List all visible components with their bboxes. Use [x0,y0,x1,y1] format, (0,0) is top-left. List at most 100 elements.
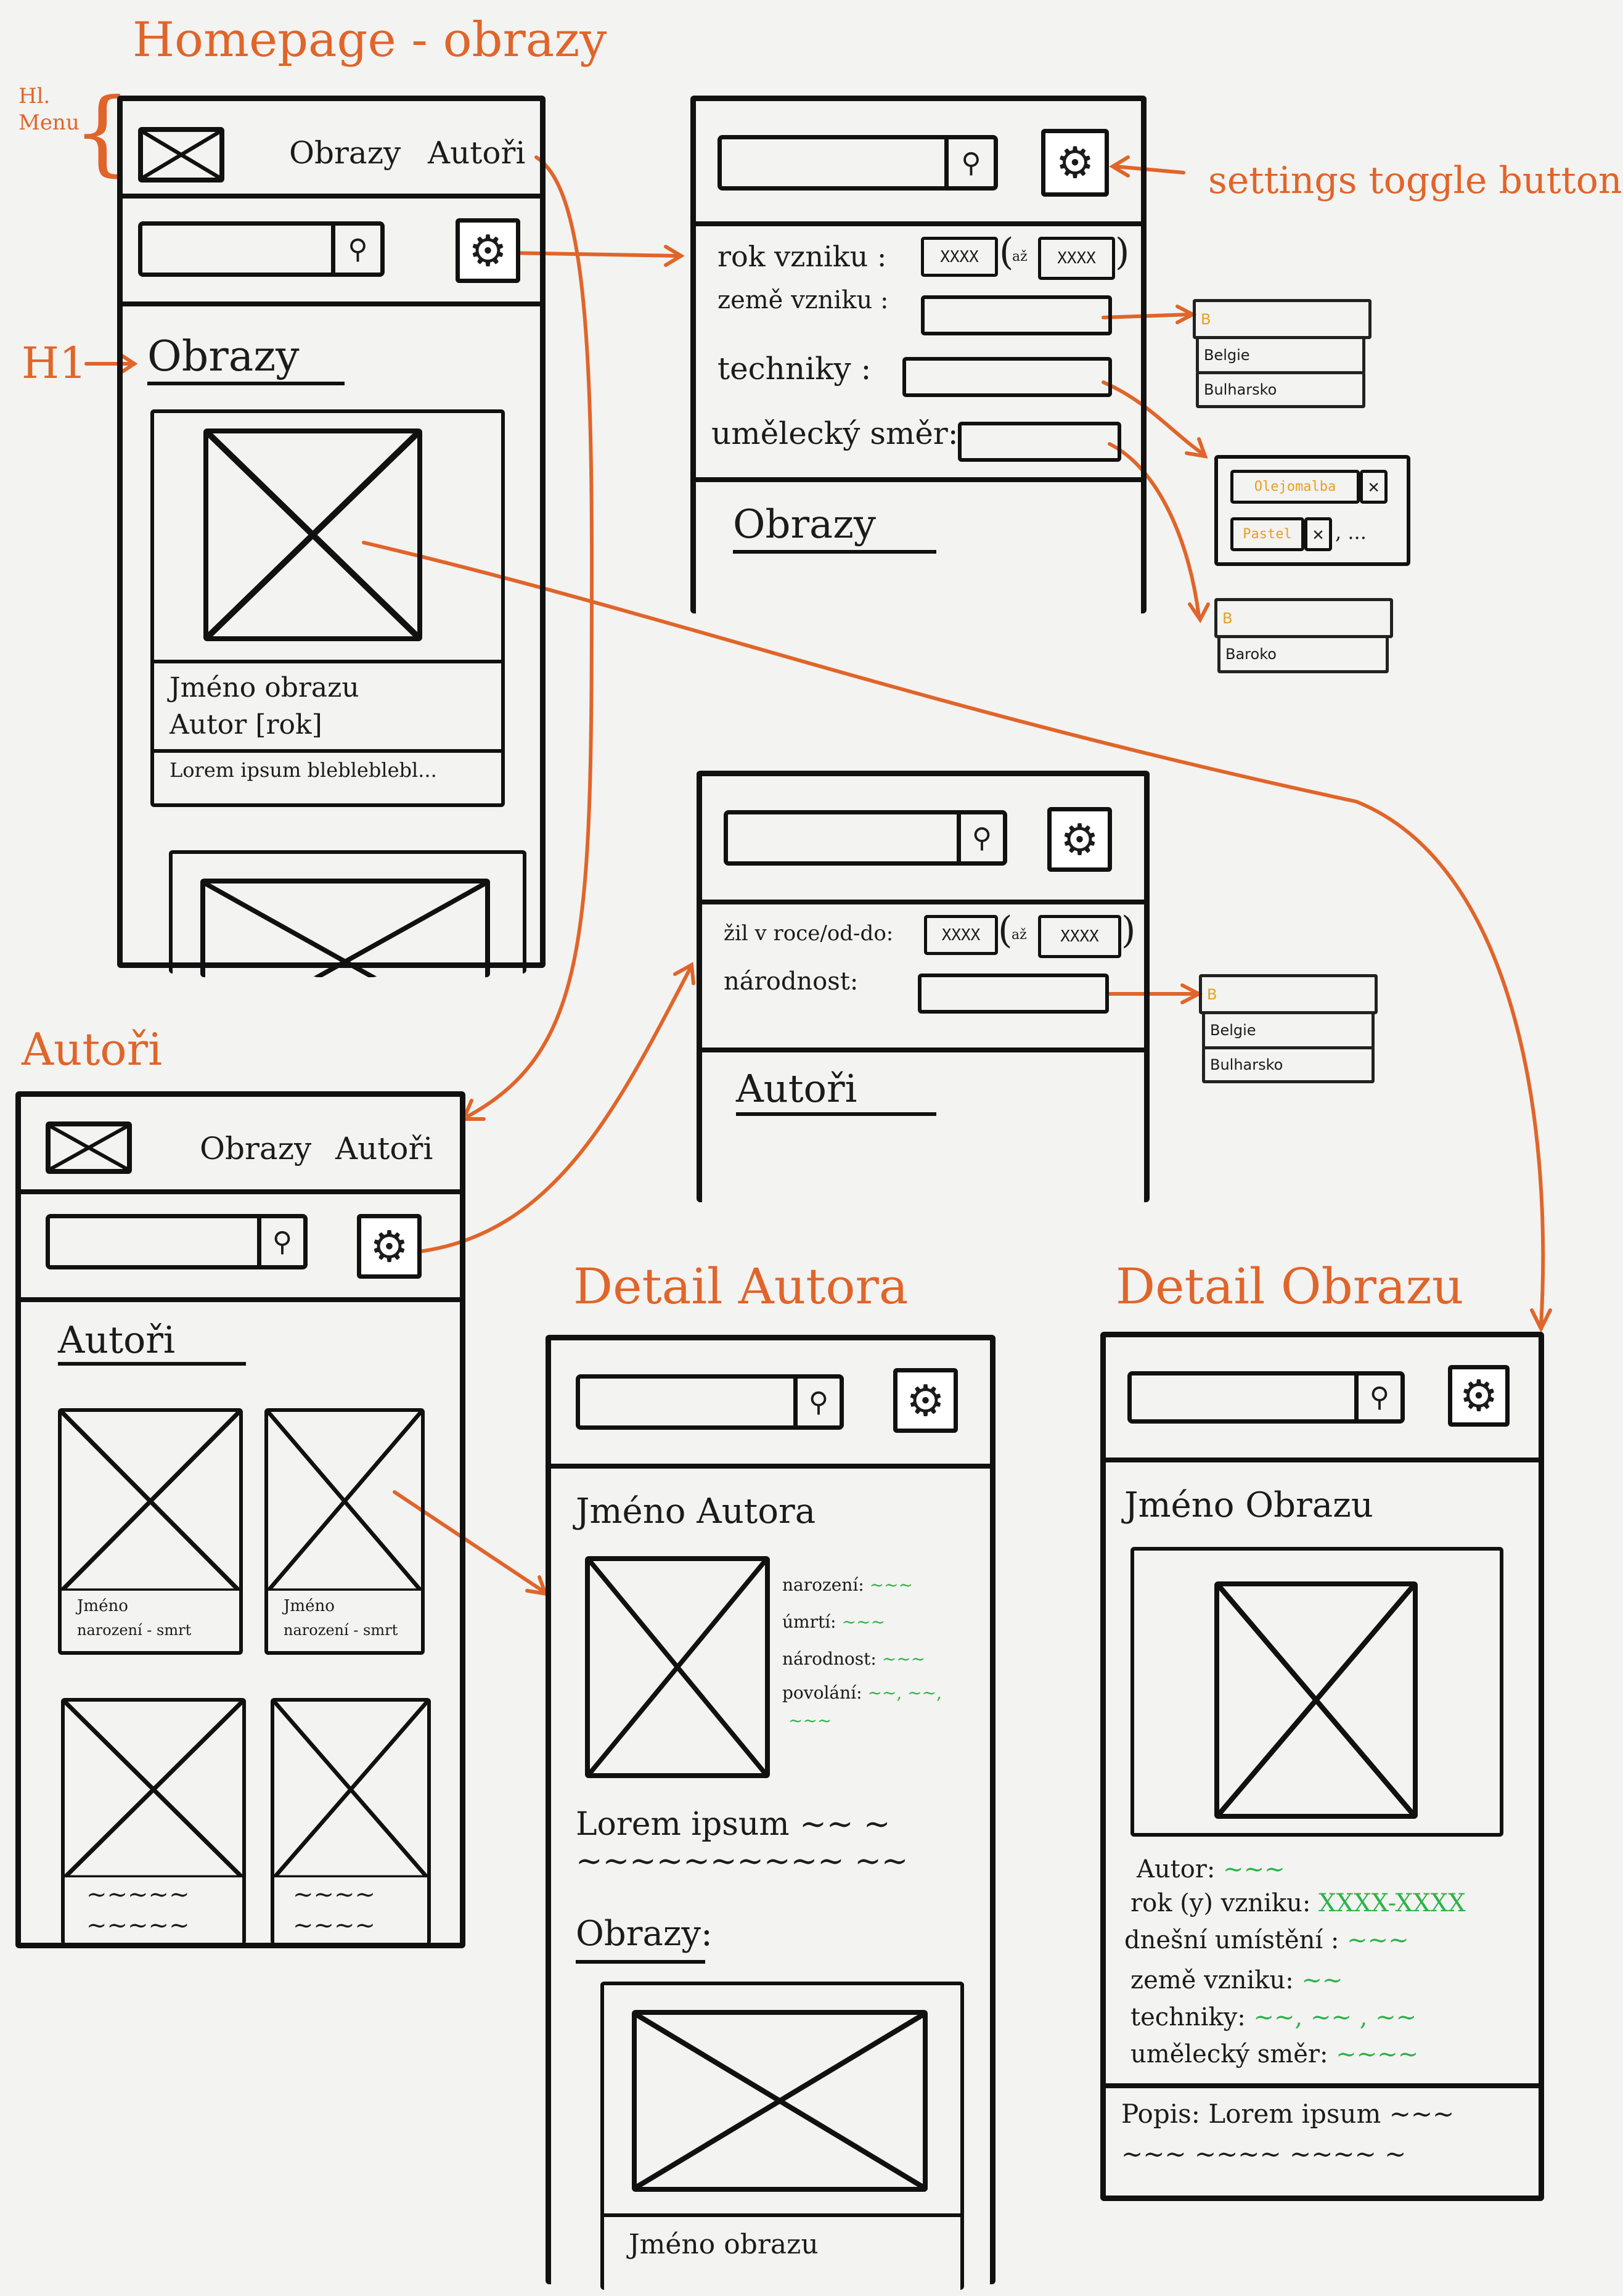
bio-text: Lorem ipsum ~~ ~ [576,1806,891,1843]
popis-squiggle: ~~~ ~~~~ ~~~~ ~ [1121,2139,1407,2169]
style-typed[interactable]: B [1214,598,1393,638]
homepage-frame: Obrazy Autoři ⚲ ⚙ Obrazy Jméno obrazu Au… [117,96,546,977]
painting-card[interactable]: Jméno obrazu Autor [rok] Lorem ipsum ble… [150,409,505,807]
author-image [65,1702,242,1877]
heading-underline [733,550,936,554]
page-heading: Autoři [58,1319,176,1362]
filter-autori-frame: ⚲ ⚙ žil v roce/od-do: XXXX ( až XXXX ) n… [697,771,1150,1202]
country-option-bulharsko[interactable]: Bulharsko [1196,371,1365,408]
card-title: Jméno obrazu [629,2229,819,2260]
page-heading: Obrazy [147,332,300,381]
country-typed[interactable]: B [1193,299,1372,339]
chip-pastel[interactable]: Pastel [1230,517,1304,551]
rok-vzniku-label: rok (y) vzniku: XXXX-XXXX [1130,1889,1466,1917]
techniky-label: techniky: ~~, ~~ , ~~ [1130,2003,1417,2032]
povolani-more: ~~~ [788,1710,832,1731]
obrazy-heading: Obrazy: [576,1914,713,1954]
umrti-label: úmrtí: ~~~ [782,1612,885,1632]
bio-squiggle: ~~~~~~~~~~ ~~ [576,1843,909,1880]
painting-image-2 [200,879,490,977]
author-card-squiggle: ~~~~ [293,1911,376,1940]
card-divider [604,2213,960,2217]
nationality-option-bulharsko[interactable]: Bulharsko [1202,1046,1375,1083]
heading-underline [147,382,345,385]
popis-text: Popis: Lorem ipsum ~~~ [1121,2099,1455,2129]
filter-bottom-divider [702,776,1144,1052]
logo-icon[interactable] [138,127,224,182]
author-card-dates: narození - smrt [284,1622,398,1639]
author-card[interactable]: Jméno narození - smrt [58,1408,243,1655]
chip-remove-icon[interactable]: ✕ [1360,470,1388,504]
author-card[interactable]: Jméno narození - smrt [264,1408,425,1655]
povolani-label: povolání: ~~, ~~, [782,1683,942,1703]
popis-divider [1106,2083,1539,2088]
h1-label: H1 [22,338,87,388]
author-card-dates: narození - smrt [77,1622,192,1639]
style-dropdown[interactable]: B Baroko [1214,598,1393,684]
card-divider [154,660,501,663]
autori-label: Autoři [22,1023,163,1075]
narodnost-label: národnost: ~~~ [782,1649,926,1669]
detail-autora-label: Detail Autora [573,1258,909,1315]
search-input[interactable]: ⚲ [138,221,385,277]
card-divider-2 [154,749,501,753]
homepage-label: Homepage - obrazy [133,12,607,68]
painting-frame [1130,1547,1503,1837]
painting-image [1214,1581,1418,1819]
settings-gear-icon[interactable]: ⚙ [456,218,520,283]
menu-autori[interactable]: Autoři [428,135,525,171]
menu-obrazy[interactable]: Obrazy [200,1131,311,1166]
author-card-squiggle: ~~~~~ [86,1880,190,1909]
settings-toggle-label: settings toggle button [1208,159,1622,202]
country-option-belgie[interactable]: Belgie [1196,336,1365,374]
chip-olejomalba[interactable]: Olejomalba [1230,470,1360,504]
nationality-option-belgie[interactable]: Belgie [1202,1011,1375,1049]
author-name: Jméno Autora [576,1491,816,1531]
card-desc: Lorem ipsum blebleblebl... [170,758,437,782]
painting-image [203,428,422,641]
author-card-squiggle: ~~~~ [293,1880,376,1909]
nationality-typed[interactable]: B [1199,974,1378,1014]
menu-obrazy[interactable]: Obrazy [289,135,401,171]
logo-icon[interactable] [46,1121,132,1174]
author-card[interactable]: ~~~~ ~~~~ [271,1698,431,1945]
search-input[interactable]: ⚲ [46,1214,308,1269]
detail-obrazu-frame: ⚲ ⚙ Jméno Obrazu Autor: ~~~ rok (y) vzni… [1100,1332,1544,2201]
search-icon[interactable]: ⚲ [331,226,380,273]
author-image [62,1412,239,1591]
painting-image [632,2010,928,2192]
author-card-name: Jméno [77,1597,128,1615]
search-icon[interactable]: ⚲ [257,1218,303,1265]
author-card[interactable]: ~~~~~ ~~~~~ [61,1698,246,1945]
detail-obrazu-label: Detail Obrazu [1116,1258,1464,1315]
painting-card-2[interactable] [169,850,526,977]
menu-autori[interactable]: Autoři [335,1131,433,1166]
filter-page-heading: Obrazy [733,502,877,547]
umisteni-label: dnešní umístění : ~~~ [1124,1926,1409,1954]
heading-underline [58,1362,246,1366]
smer-label: umělecký směr: ~~~~ [1130,2040,1419,2068]
narozeni-label: narození: ~~~ [782,1575,914,1595]
author-card-squiggle: ~~~~~ [86,1911,190,1940]
painting-card[interactable]: Jméno obrazu [600,1982,964,2290]
settings-gear-icon[interactable]: ⚙ [357,1214,422,1279]
chip-remove-icon[interactable]: ✕ [1304,517,1332,551]
heading-underline [576,1960,705,1964]
country-dropdown[interactable]: B Belgie Bulharsko [1193,299,1372,413]
autori-frame: Obrazy Autoři ⚲ ⚙ Autoři Jméno narození … [15,1091,465,1948]
techniques-dropdown[interactable]: Olejomalba ✕ Pastel ✕ , ... [1214,455,1410,566]
detail-header-divider [1106,1337,1539,1462]
zeme-vzniku-label: země vzniku: ~~ [1130,1966,1343,1995]
author-portrait [585,1556,770,1778]
author-card-name: Jméno [284,1597,335,1615]
style-option-baroko[interactable]: Baroko [1217,635,1389,673]
autor-label: Autor: ~~~ [1137,1855,1285,1884]
filter-obrazy-frame: ⚲ ⚙ rok vzniku : XXXX ( až XXXX ) země v… [690,96,1147,613]
card-title: Jméno obrazu [170,672,359,703]
filter-bottom-divider [696,101,1141,482]
hl-menu-label: Hl. Menu [18,84,80,135]
author-image [268,1412,421,1591]
card-meta: Autor [rok] [170,709,322,740]
nationality-dropdown[interactable]: B Belgie Bulharsko [1199,974,1378,1091]
author-image [274,1702,427,1877]
